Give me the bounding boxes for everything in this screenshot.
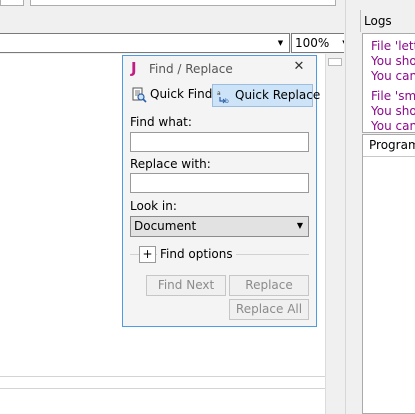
log-line: You sho	[371, 54, 415, 68]
program-tab[interactable]: Program	[369, 138, 415, 153]
look-in-value: Document	[134, 219, 197, 233]
document-status-strip	[0, 376, 325, 389]
panel-splitter[interactable]	[344, 0, 359, 414]
chevron-down-icon[interactable]: ▼	[294, 218, 306, 234]
find-options-label[interactable]: Find options	[157, 246, 236, 262]
replace-with-input[interactable]	[130, 173, 309, 193]
tab-quick-replace-label: Quick Replace	[235, 88, 321, 102]
logs-title: Logs	[364, 14, 392, 28]
program-panel[interactable]: Program	[362, 134, 415, 414]
close-icon[interactable]: ✕	[291, 59, 307, 75]
find-what-input[interactable]	[130, 132, 309, 152]
quick-find-icon	[131, 87, 147, 103]
top-tab-right[interactable]	[30, 0, 336, 6]
log-line: File 'lette	[371, 39, 415, 53]
svg-text:a: a	[217, 90, 221, 97]
look-in-label: Look in:	[130, 199, 177, 213]
find-what-label: Find what:	[130, 115, 192, 129]
log-line: File 'smi	[371, 89, 415, 103]
log-line: You sho	[371, 104, 415, 118]
splitter-line	[345, 0, 346, 414]
scrollbar-thumb[interactable]	[328, 58, 342, 66]
log-line: You can	[371, 119, 415, 133]
find-next-button[interactable]: Find Next	[146, 275, 226, 296]
tab-quick-find-label: Quick Find	[150, 87, 213, 101]
log-line: You can	[371, 69, 415, 83]
logs-list[interactable]: File 'lette You sho You can File 'smi Yo…	[362, 33, 415, 133]
vertical-scrollbar[interactable]	[325, 54, 344, 414]
app-logo-icon: J	[131, 59, 137, 77]
top-tab-left[interactable]	[0, 0, 24, 6]
program-divider	[363, 156, 415, 157]
toolbar-combo[interactable]	[0, 33, 290, 53]
tab-quick-replace[interactable]: a b Quick Replace	[212, 84, 320, 107]
quick-replace-icon: a b	[216, 88, 232, 105]
replace-with-label: Replace with:	[130, 157, 211, 171]
replace-all-button[interactable]: Replace All	[229, 299, 309, 320]
replace-button[interactable]: Replace	[229, 275, 309, 296]
tab-quick-find[interactable]: Quick Find	[128, 84, 213, 107]
expand-plus-icon[interactable]: +	[139, 246, 156, 263]
toolbar-combo-arrow-icon[interactable]: ▼	[272, 34, 289, 52]
zoom-value: 100%	[295, 36, 330, 50]
dialog-title: Find / Replace	[149, 62, 233, 76]
